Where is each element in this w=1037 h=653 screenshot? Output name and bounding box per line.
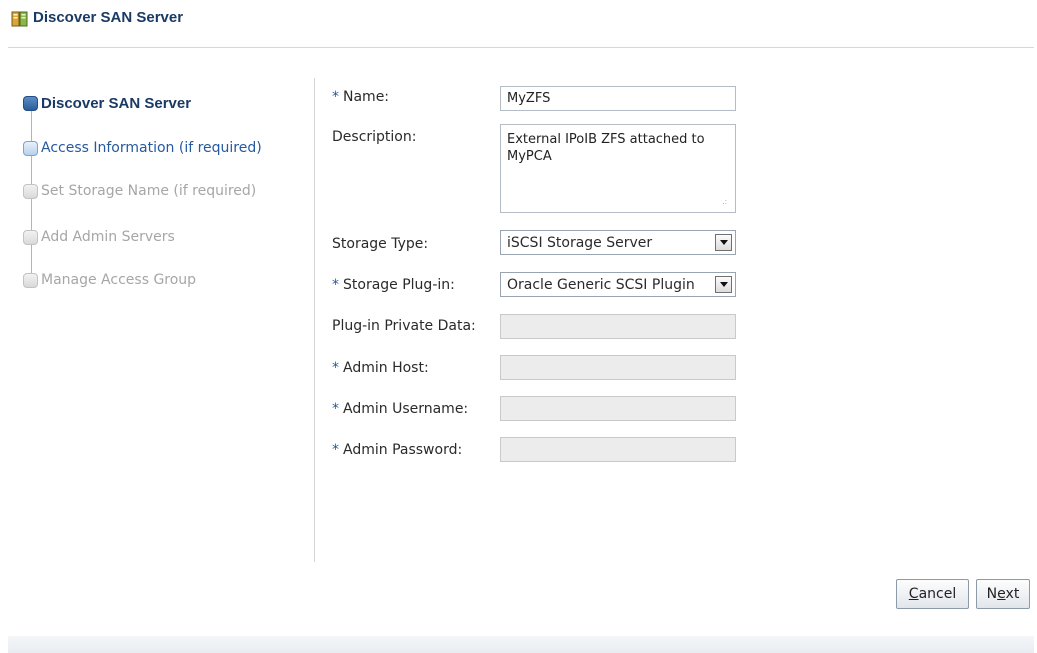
name-input[interactable]	[500, 86, 736, 111]
dialog-title: Discover SAN Server	[33, 9, 184, 26]
step-label: Set Storage Name (if required)	[41, 183, 257, 199]
step-disabled-icon	[23, 272, 38, 288]
panel-divider	[314, 78, 315, 562]
train-step-add-admin-servers: Add Admin Servers	[23, 226, 175, 248]
train-step-set-storage-name: Set Storage Name (if required)	[23, 180, 256, 202]
wizard-train: Discover SAN Server Access Information (…	[0, 80, 310, 320]
storage-plugin-select[interactable]: Oracle Generic SCSI Plugin	[500, 272, 736, 297]
storage-type-label: Storage Type:	[332, 236, 429, 252]
dialog-title-bar: Discover SAN Server	[0, 0, 1037, 48]
dropdown-arrow-icon[interactable]	[715, 234, 732, 251]
admin-username-input	[500, 396, 736, 421]
plugin-private-data-input	[500, 314, 736, 339]
step-disabled-icon	[23, 229, 38, 245]
name-label: * Name:	[332, 89, 390, 105]
description-textarea[interactable]: External IPoIB ZFS attached to MyPCA	[500, 124, 736, 213]
step-label: Add Admin Servers	[41, 229, 175, 245]
admin-password-label: * Admin Password:	[332, 442, 463, 458]
step-label: Manage Access Group	[41, 272, 197, 288]
step-label: Discover SAN Server	[41, 94, 192, 112]
step-disabled-icon	[23, 183, 38, 199]
title-divider	[8, 47, 1034, 48]
step-current-icon	[23, 95, 38, 111]
required-marker: *	[332, 89, 339, 105]
admin-password-input	[500, 437, 736, 462]
required-marker: *	[332, 277, 339, 293]
step-label[interactable]: Access Information (if required)	[41, 140, 262, 156]
storage-type-value: iSCSI Storage Server	[507, 234, 653, 251]
storage-type-select[interactable]: iSCSI Storage Server	[500, 230, 736, 255]
cancel-button[interactable]: Cancel	[896, 579, 969, 609]
train-step-discover-san-server: Discover SAN Server	[23, 92, 191, 114]
description-label: Description:	[332, 129, 417, 145]
admin-host-label: * Admin Host:	[332, 360, 429, 376]
storage-plugin-value: Oracle Generic SCSI Plugin	[507, 276, 695, 293]
dropdown-arrow-icon[interactable]	[715, 276, 732, 293]
resize-grip-icon[interactable]: .:	[722, 198, 727, 206]
train-step-access-information[interactable]: Access Information (if required)	[23, 137, 262, 159]
next-button[interactable]: Next	[976, 579, 1030, 609]
dialog-footer	[8, 636, 1034, 653]
plugin-private-data-label: Plug-in Private Data:	[332, 318, 476, 334]
admin-username-label: * Admin Username:	[332, 401, 469, 417]
required-marker: *	[332, 442, 339, 458]
admin-host-input	[500, 355, 736, 380]
required-marker: *	[332, 401, 339, 417]
san-server-icon	[11, 11, 28, 27]
required-marker: *	[332, 360, 339, 376]
train-step-manage-access-group: Manage Access Group	[23, 269, 196, 291]
storage-plugin-label: * Storage Plug-in:	[332, 277, 455, 293]
step-visited-icon	[23, 140, 38, 156]
